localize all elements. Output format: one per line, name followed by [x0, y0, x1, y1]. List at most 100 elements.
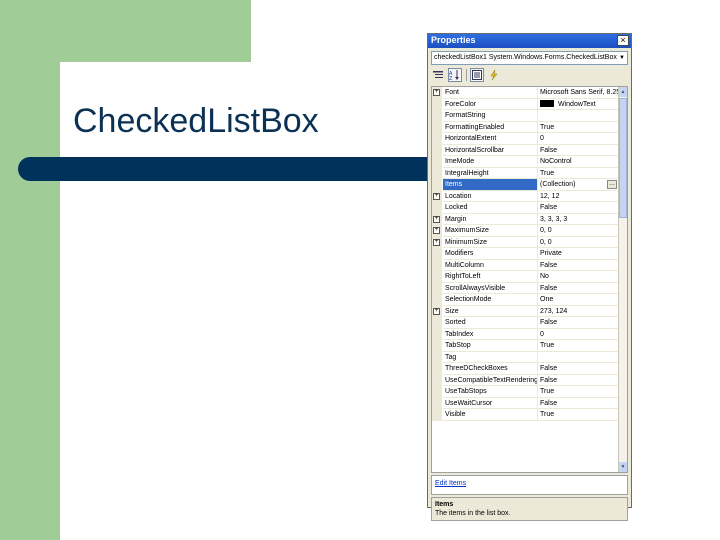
property-row-gutter — [432, 409, 442, 421]
description-text: The items in the list box. — [435, 510, 511, 517]
property-value[interactable]: One — [537, 294, 619, 306]
property-name: TabIndex — [443, 329, 537, 340]
property-name: RightToLeft — [443, 271, 537, 283]
property-row[interactable]: Locked False — [432, 202, 619, 214]
property-value-text: WindowText — [558, 100, 596, 108]
expand-icon[interactable]: + — [433, 89, 440, 96]
property-row[interactable]: IntegralHeight True — [432, 167, 619, 179]
property-name: HorizontalScrollbar — [443, 145, 537, 156]
scroll-thumb[interactable] — [619, 98, 627, 218]
property-row[interactable]: HorizontalExtent 0 — [432, 133, 619, 145]
property-row[interactable]: UseWaitCursor False — [432, 397, 619, 409]
property-value[interactable]: False — [537, 397, 619, 409]
properties-icon[interactable] — [470, 68, 484, 82]
close-icon[interactable]: × — [617, 35, 629, 46]
property-value[interactable]: 0 — [537, 328, 619, 340]
property-row[interactable]: TabStop True — [432, 340, 619, 352]
property-row[interactable]: + Font Microsoft Sans Serif, 8.25pt — [432, 87, 619, 99]
property-value-text: 0, 0 — [540, 238, 552, 246]
property-value[interactable]: True — [537, 340, 619, 352]
property-row-gutter — [432, 351, 442, 363]
property-row[interactable]: FormattingEnabled True — [432, 121, 619, 133]
property-value-text: 0 — [540, 330, 544, 338]
property-value[interactable]: WindowText — [537, 98, 619, 110]
property-row[interactable]: UseCompatibleTextRendering False — [432, 374, 619, 386]
property-name: MinimumSize — [443, 237, 537, 248]
property-row[interactable]: + MaximumSize 0, 0 — [432, 225, 619, 237]
property-value[interactable]: 0, 0 — [537, 236, 619, 248]
expand-icon[interactable]: + — [433, 215, 440, 223]
property-row[interactable]: + MinimumSize 0, 0 — [432, 236, 619, 248]
property-row[interactable]: FormatString — [432, 110, 619, 122]
property-row-gutter — [432, 363, 442, 375]
property-row[interactable]: Visible True — [432, 409, 619, 421]
property-value[interactable]: True — [537, 409, 619, 421]
edit-items-link[interactable]: Edit Items — [435, 480, 466, 487]
property-value[interactable]: False — [537, 363, 619, 375]
property-value[interactable]: 273, 124 — [537, 305, 619, 317]
property-row[interactable]: SelectionMode One — [432, 294, 619, 306]
property-row[interactable]: RightToLeft No — [432, 271, 619, 283]
property-value[interactable]: No — [537, 271, 619, 283]
property-value[interactable] — [537, 110, 619, 122]
property-value[interactable]: False — [537, 317, 619, 329]
property-row[interactable]: TabIndex 0 — [432, 328, 619, 340]
categorized-icon[interactable] — [431, 68, 445, 82]
property-value-text: No — [540, 273, 549, 280]
property-value[interactable]: 0, 0 — [537, 225, 619, 237]
expand-icon[interactable]: + — [433, 192, 440, 200]
ellipsis-icon[interactable]: … — [607, 180, 617, 189]
property-value-text: False — [540, 284, 558, 292]
property-row[interactable]: Items (Collection)… — [432, 179, 619, 191]
property-value[interactable]: False — [537, 259, 619, 271]
property-row[interactable]: ForeColor WindowText — [432, 98, 619, 110]
properties-titlebar[interactable]: Properties × — [428, 34, 631, 48]
scroll-down-icon[interactable]: ▼ — [619, 462, 627, 472]
property-value[interactable]: 12, 12 — [537, 190, 619, 202]
property-value[interactable] — [537, 351, 619, 363]
alphabetical-icon[interactable]: AZ — [448, 68, 462, 82]
property-row-gutter: + — [432, 236, 442, 248]
property-value[interactable]: 0 — [537, 133, 619, 145]
property-value-text: (Collection) — [540, 181, 576, 188]
property-row-gutter — [432, 294, 442, 306]
property-row[interactable]: Modifiers Private — [432, 248, 619, 260]
property-value[interactable]: Microsoft Sans Serif, 8.25pt — [537, 87, 619, 99]
property-value[interactable]: (Collection) … — [537, 179, 619, 191]
events-icon[interactable] — [487, 68, 501, 82]
property-grid-scrollbar[interactable]: ▲ ▼ — [618, 87, 627, 472]
property-row[interactable]: ThreeDCheckBoxes False — [432, 363, 619, 375]
property-row-gutter — [432, 317, 442, 329]
property-value[interactable]: True — [537, 167, 619, 179]
expand-icon[interactable]: + — [433, 227, 440, 234]
property-row-gutter — [432, 271, 442, 283]
scroll-up-icon[interactable]: ▲ — [619, 87, 627, 97]
property-row[interactable]: ScrollAlwaysVisible False — [432, 282, 619, 294]
object-selector[interactable]: checkedListBox1 System.Windows.Forms.Che… — [431, 51, 628, 65]
property-row[interactable]: MultiColumn False — [432, 259, 619, 271]
property-row[interactable]: Tag — [432, 351, 619, 363]
property-row[interactable]: Sorted False — [432, 317, 619, 329]
property-row[interactable]: + Size 273, 124 — [432, 305, 619, 317]
property-value[interactable]: True — [537, 121, 619, 133]
property-row[interactable]: + Margin 3, 3, 3, 3 — [432, 213, 619, 225]
property-value[interactable]: False — [537, 202, 619, 214]
property-value-text: Private — [540, 250, 562, 257]
property-row[interactable]: + Location 12, 12 — [432, 190, 619, 202]
property-value[interactable]: Private — [537, 248, 619, 260]
expand-icon[interactable]: + — [433, 238, 440, 246]
property-row-gutter — [432, 340, 442, 352]
slide-decoration-top — [60, 0, 251, 62]
chevron-down-icon[interactable]: ▼ — [617, 52, 627, 64]
property-value[interactable]: True — [537, 386, 619, 398]
expand-icon[interactable]: + — [433, 307, 440, 315]
property-value[interactable]: NoControl — [537, 156, 619, 168]
property-value-text: 0, 0 — [540, 227, 552, 234]
property-value[interactable]: 3, 3, 3, 3 — [537, 213, 619, 225]
property-row[interactable]: UseTabStops True — [432, 386, 619, 398]
property-row[interactable]: ImeMode NoControl — [432, 156, 619, 168]
property-value[interactable]: False — [537, 282, 619, 294]
property-value[interactable]: False — [537, 144, 619, 156]
property-row[interactable]: HorizontalScrollbar False — [432, 144, 619, 156]
property-value[interactable]: False — [537, 374, 619, 386]
